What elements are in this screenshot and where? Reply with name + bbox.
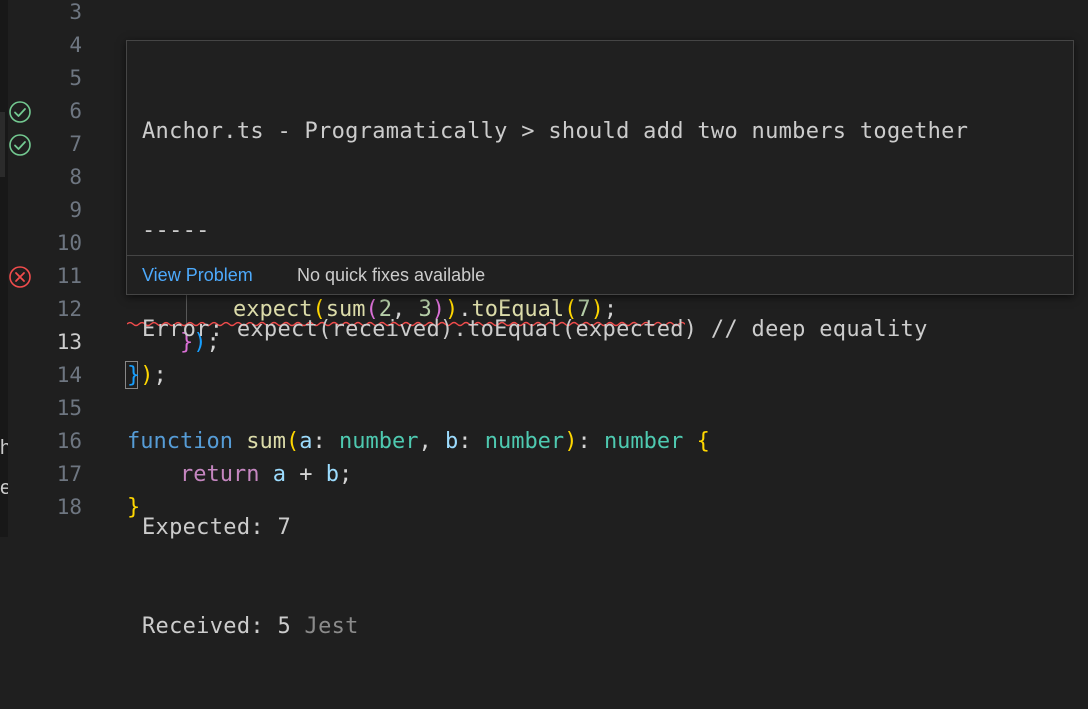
hover-received: Received: 5 [142, 614, 291, 639]
line-number: 3 [69, 0, 82, 24]
line-number: 6 [69, 99, 82, 123]
error-hover-popup: Anchor.ts - Programatically > should add… [126, 40, 1074, 639]
line-number: 15 [56, 396, 82, 420]
test-passed-icon[interactable] [8, 133, 32, 157]
line-number: 12 [56, 297, 82, 321]
code-token: } [127, 495, 141, 520]
no-quick-fixes-label: No quick fixes available [297, 265, 486, 285]
hover-error-message: Error: expect(received).toEqual(expected… [142, 317, 928, 342]
hover-blank-line [142, 412, 1063, 445]
line-number: 10 [56, 231, 82, 255]
line-number: 11 [56, 264, 82, 288]
line-number: 18 [56, 495, 82, 519]
view-problem-link[interactable]: View Problem [142, 256, 253, 294]
line-number: 9 [69, 198, 82, 222]
line-number: 5 [69, 66, 82, 90]
line-number: 4 [69, 33, 82, 57]
hover-separator: ----- [142, 218, 210, 243]
code-text: } [127, 491, 140, 524]
code-token: } [127, 363, 141, 388]
line-number: 16 [56, 429, 82, 453]
hover-expected: Expected: 7 [142, 515, 291, 540]
line-number: 14 [56, 363, 82, 387]
line-number: 13 [56, 330, 82, 354]
hover-source: Jest [304, 614, 359, 639]
hover-message: Anchor.ts - Programatically > should add… [142, 49, 1063, 709]
line-number: 7 [69, 132, 82, 156]
test-passed-icon[interactable] [8, 100, 32, 124]
line-number: 17 [56, 462, 82, 486]
test-failed-icon[interactable] [8, 265, 32, 289]
hover-received-line: Received: 5 Jest [142, 610, 1063, 643]
hover-status-bar: View Problem No quick fixes available [127, 255, 1073, 294]
editor-line: 3 [0, 0, 1088, 29]
hover-title: Anchor.ts - Programatically > should add… [142, 119, 969, 144]
line-number: 8 [69, 165, 82, 189]
